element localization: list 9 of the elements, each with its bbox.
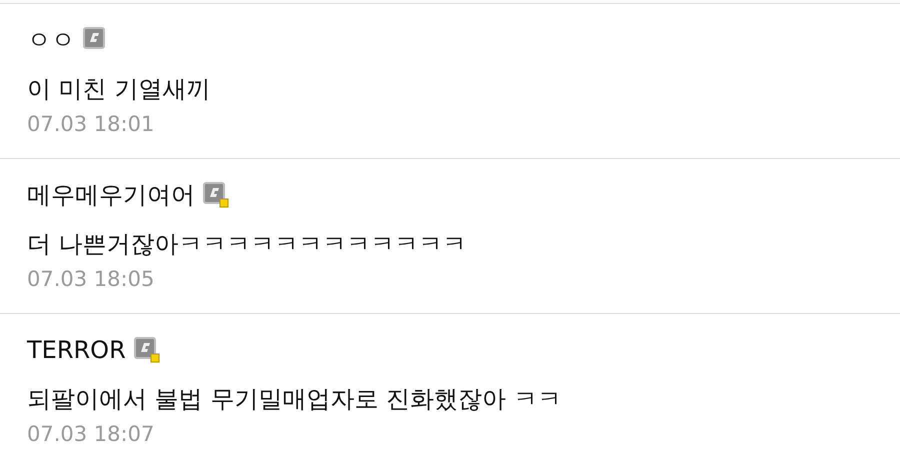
author-name[interactable]: ㅇㅇ xyxy=(27,24,75,56)
comment-time: 07.03 18:01 xyxy=(27,112,156,136)
comment-text: 이 미친 기열새끼 xyxy=(27,74,212,105)
comment-text: 되팔이에서 불법 무기밀매업자로 진화했잖아 ㅋㅋ xyxy=(27,384,563,415)
comment-time: 07.03 18:07 xyxy=(27,422,156,446)
author-name[interactable]: 메우메우기여어 xyxy=(27,179,195,211)
comment-time: 07.03 18:05 xyxy=(27,267,156,291)
comment-text: 더 나쁜거잖아ㅋㅋㅋㅋㅋㅋㅋㅋㅋㅋㅋㅋ xyxy=(27,229,468,260)
author-name[interactable]: TERROR xyxy=(27,336,126,364)
